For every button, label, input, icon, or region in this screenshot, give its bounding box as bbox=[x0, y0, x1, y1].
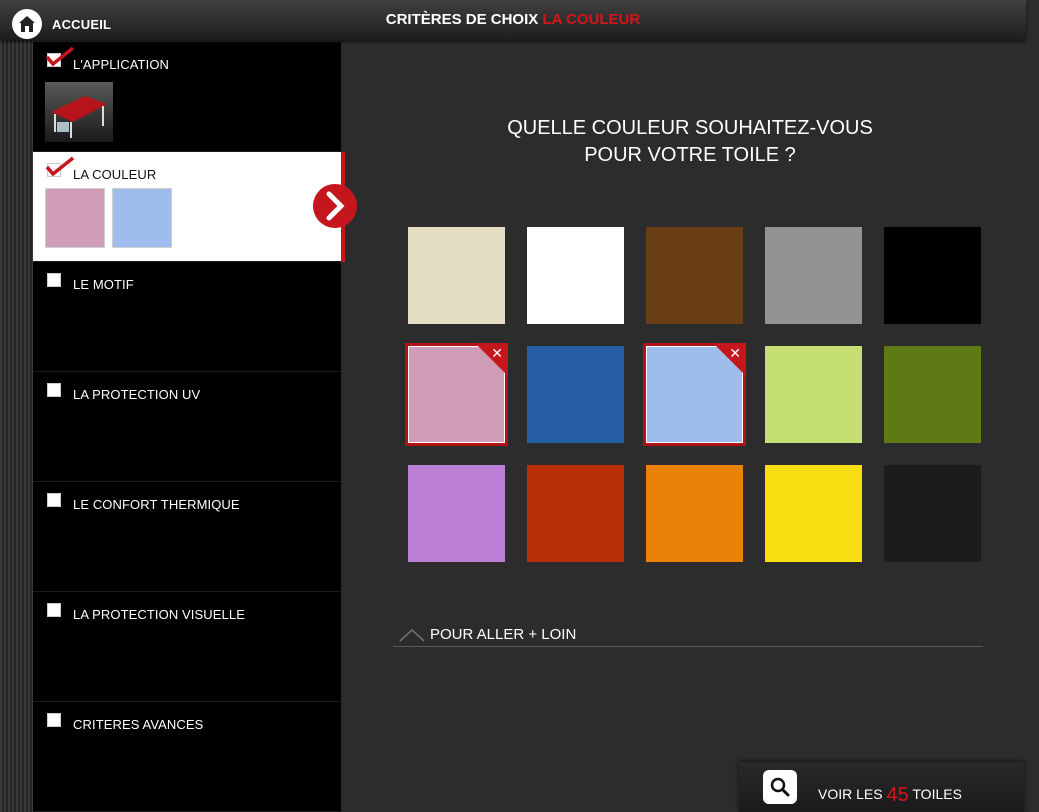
sidebar-step[interactable]: L'APPLICATION bbox=[33, 42, 341, 152]
more-info-toggle[interactable]: POUR ALLER + LOIN bbox=[393, 624, 983, 647]
results-count: 45 bbox=[886, 784, 909, 806]
selected-color-swatch[interactable] bbox=[45, 188, 105, 248]
sidebar-step[interactable]: LE CONFORT THERMIQUE bbox=[33, 482, 341, 592]
close-icon[interactable]: ✕ bbox=[729, 346, 741, 360]
left-edge-stripes bbox=[0, 0, 33, 812]
application-thumbnail bbox=[45, 82, 113, 142]
sidebar-step[interactable]: LA COULEUR bbox=[33, 152, 345, 262]
step-checkbox[interactable] bbox=[47, 603, 61, 617]
step-checkbox[interactable] bbox=[47, 493, 61, 507]
step-checkbox[interactable] bbox=[47, 273, 61, 287]
page-title-accent: LA COULEUR bbox=[542, 11, 641, 28]
color-swatch[interactable] bbox=[408, 465, 505, 562]
sidebar-step-label: L'APPLICATION bbox=[73, 57, 170, 72]
color-swatch[interactable]: ✕ bbox=[408, 343, 508, 443]
sidebar-step-label: LE CONFORT THERMIQUE bbox=[73, 497, 240, 512]
question-line-2: POUR VOTRE TOILE ? bbox=[584, 144, 796, 166]
sidebar-step-label: LE MOTIF bbox=[73, 277, 134, 292]
page-title-prefix: CRITÈRES DE CHOIX bbox=[385, 11, 539, 28]
top-bar: ACCUEIL CRITÈRES DE CHOIX LA COULEUR bbox=[0, 0, 1026, 40]
sidebar-step-label: LA PROTECTION UV bbox=[73, 387, 201, 402]
page-title: CRITÈRES DE CHOIX LA COULEUR bbox=[0, 11, 1026, 28]
question-line-1: QUELLE COULEUR SOUHAITEZ-VOUS bbox=[507, 117, 873, 139]
more-info-label: POUR ALLER + LOIN bbox=[430, 626, 577, 643]
step-checkbox[interactable] bbox=[47, 383, 61, 397]
view-results-button[interactable]: VOIR LES 45 TOILES bbox=[739, 762, 1024, 812]
chevron-up-icon bbox=[399, 628, 425, 642]
results-suffix: TOILES bbox=[912, 786, 962, 802]
results-prefix: VOIR LES bbox=[818, 786, 883, 802]
checkmark-icon bbox=[45, 46, 75, 67]
color-swatch[interactable] bbox=[884, 227, 981, 324]
color-swatch[interactable] bbox=[765, 346, 862, 443]
next-step-arrow-icon[interactable] bbox=[313, 176, 357, 236]
color-swatch[interactable] bbox=[527, 346, 624, 443]
color-swatch[interactable] bbox=[765, 227, 862, 324]
sidebar-step[interactable]: LA PROTECTION VISUELLE bbox=[33, 592, 341, 702]
sidebar-step[interactable]: LA PROTECTION UV bbox=[33, 372, 341, 482]
sidebar-step-label: LA COULEUR bbox=[73, 167, 157, 182]
color-swatch[interactable]: ✕ bbox=[646, 343, 746, 443]
search-button[interactable] bbox=[763, 770, 797, 804]
selected-color-swatch[interactable] bbox=[112, 188, 172, 248]
sidebar-step-label: CRITERES AVANCES bbox=[73, 717, 204, 732]
color-swatch[interactable] bbox=[646, 227, 743, 324]
color-swatch[interactable] bbox=[884, 465, 981, 562]
step-checkbox[interactable] bbox=[47, 713, 61, 727]
color-swatch[interactable] bbox=[884, 346, 981, 443]
color-question: QUELLE COULEUR SOUHAITEZ-VOUS POUR VOTRE… bbox=[390, 115, 990, 169]
sidebar-step[interactable]: CRITERES AVANCES bbox=[33, 702, 341, 812]
close-icon[interactable]: ✕ bbox=[491, 346, 503, 360]
color-swatch[interactable] bbox=[765, 465, 862, 562]
color-swatch[interactable] bbox=[408, 227, 505, 324]
color-swatch[interactable] bbox=[646, 465, 743, 562]
sidebar-step[interactable]: LE MOTIF bbox=[33, 262, 341, 372]
criteria-sidebar: L'APPLICATION LA COULEUR LE MOTIF LA PROTEC… bbox=[33, 42, 345, 812]
color-swatch[interactable] bbox=[527, 227, 624, 324]
color-swatch[interactable] bbox=[527, 465, 624, 562]
checkmark-icon bbox=[45, 156, 75, 177]
search-icon bbox=[770, 777, 790, 797]
sidebar-step-label: LA PROTECTION VISUELLE bbox=[73, 607, 245, 622]
results-text: VOIR LES 45 TOILES bbox=[818, 782, 962, 806]
